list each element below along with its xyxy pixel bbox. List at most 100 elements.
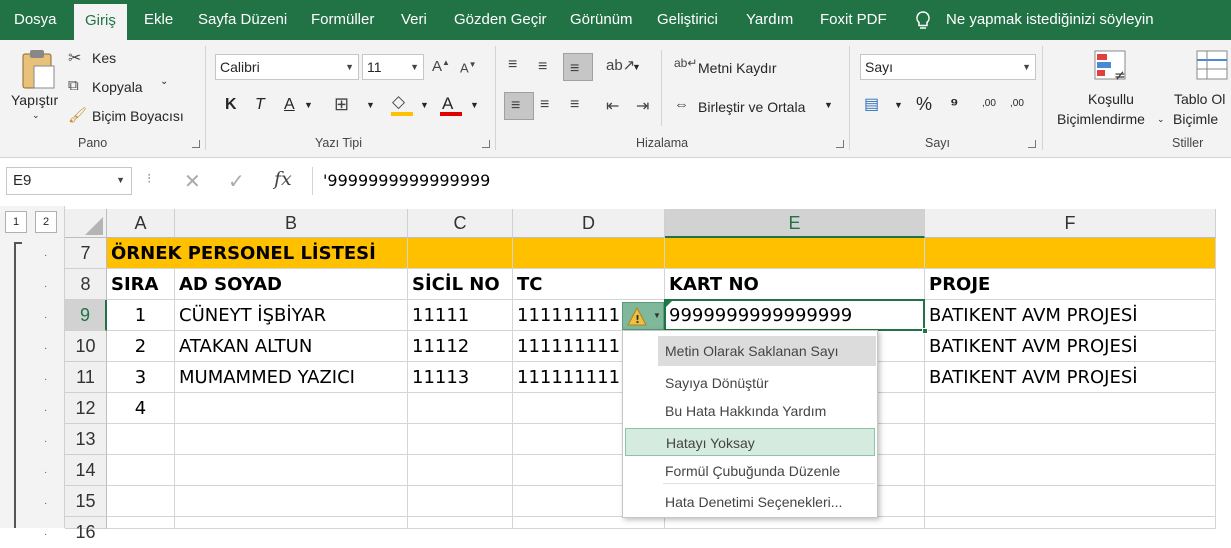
orientation-icon[interactable]: ab↗ — [606, 56, 635, 74]
menu-item-ignore-error[interactable]: Hatayı Yoksay — [625, 428, 875, 456]
row-header-14[interactable]: 14 — [65, 455, 107, 486]
decrease-decimal-button[interactable]: ,00 — [1010, 98, 1024, 109]
conditional-dropdown-icon[interactable]: ⌄ — [1157, 114, 1165, 125]
paste-button[interactable]: Yapıştır — [11, 92, 58, 108]
column-header-d[interactable]: D — [513, 209, 665, 238]
cut-button[interactable]: Kes — [92, 50, 116, 66]
font-name-select[interactable]: Calibri ▼ — [215, 54, 359, 80]
cell-c15[interactable] — [408, 486, 513, 517]
fill-color-icon[interactable]: ◇ — [392, 92, 405, 112]
row-header-9[interactable]: 9 — [65, 300, 107, 331]
align-left-button[interactable]: ≡ — [504, 92, 534, 120]
cell-b15[interactable] — [175, 486, 408, 517]
decrease-indent-icon[interactable]: ⇤ — [606, 96, 619, 116]
clipboard-launcher-icon[interactable] — [192, 140, 200, 148]
align-center-icon[interactable]: ≡ — [540, 96, 549, 114]
cell-d8[interactable]: TC — [513, 269, 665, 300]
percent-button[interactable]: % — [916, 94, 932, 115]
font-color-dropdown-icon[interactable]: ▼ — [470, 100, 479, 110]
underline-button[interactable]: A — [284, 96, 295, 114]
cell-a16[interactable] — [107, 517, 175, 529]
conditional-formatting-icon[interactable]: ≠ — [1094, 50, 1130, 84]
cell-d16[interactable] — [513, 517, 665, 529]
borders-dropdown-icon[interactable]: ▼ — [366, 100, 375, 110]
format-as-table-icon[interactable] — [1196, 50, 1231, 84]
cell-b10[interactable]: ATAKAN ALTUN — [175, 331, 408, 362]
italic-button[interactable]: T — [255, 96, 265, 114]
copy-button[interactable]: Kopyala — [92, 79, 143, 95]
decrease-font-size-icon[interactable]: A▼ — [460, 60, 477, 75]
top-align-icon[interactable]: ≡ — [508, 56, 517, 74]
cell-a11[interactable]: 3 — [107, 362, 175, 393]
tab-sayfa-duzeni[interactable]: Sayfa Düzeni — [198, 0, 287, 40]
outline-level-2-button[interactable]: 2 — [35, 211, 57, 233]
name-box[interactable]: E9 ▼ — [6, 167, 132, 195]
menu-item-help-on-error[interactable]: Bu Hata Hakkında Yardım — [623, 397, 877, 425]
cell-c12[interactable] — [408, 393, 513, 424]
number-format-select[interactable]: Sayı ▼ — [860, 54, 1036, 80]
insert-function-icon[interactable]: fx — [274, 168, 292, 190]
conditional-formatting-label1[interactable]: Koşullu — [1088, 91, 1134, 107]
row-header-13[interactable]: 13 — [65, 424, 107, 455]
cell-b9[interactable]: CÜNEYT İŞBİYAR — [175, 300, 408, 331]
number-launcher-icon[interactable] — [1028, 140, 1036, 148]
enter-check-icon[interactable]: ✓ — [228, 169, 245, 194]
cell-f12[interactable] — [925, 393, 1216, 424]
row-header-11[interactable]: 11 — [65, 362, 107, 393]
bottom-align-button[interactable]: ≡ — [563, 53, 593, 81]
column-header-e[interactable]: E — [665, 209, 925, 238]
merge-dropdown-icon[interactable]: ▼ — [824, 100, 833, 110]
tab-giris[interactable]: Giriş — [74, 4, 127, 40]
cell-f16[interactable] — [925, 517, 1216, 529]
format-as-table-label2[interactable]: Biçimle — [1173, 111, 1218, 127]
font-color-button[interactable]: A — [442, 94, 453, 114]
menu-item-edit-in-formula-bar[interactable]: Formül Çubuğunda Düzenle — [623, 457, 877, 485]
scissors-icon[interactable]: ✂ — [68, 48, 81, 68]
align-right-icon[interactable]: ≡ — [570, 96, 579, 114]
row-header-8[interactable]: 8 — [65, 269, 107, 300]
select-all-corner[interactable] — [65, 209, 107, 238]
cell-f10[interactable]: BATIKENT AVM PROJESİ — [925, 331, 1216, 362]
borders-icon[interactable]: ⊞ — [334, 94, 349, 115]
cell-f8[interactable]: PROJE — [925, 269, 1216, 300]
tab-ekle[interactable]: Ekle — [144, 0, 173, 40]
wrap-text-button[interactable]: Metni Kaydır — [698, 60, 777, 76]
cell-c10[interactable]: 11112 — [408, 331, 513, 362]
row-header-16[interactable]: 16 — [65, 517, 107, 542]
column-header-a[interactable]: A — [107, 209, 175, 238]
font-size-select[interactable]: 11 ▼ — [362, 54, 424, 80]
row-header-7[interactable]: 7 — [65, 238, 107, 269]
row-header-12[interactable]: 12 — [65, 393, 107, 424]
font-launcher-icon[interactable] — [482, 140, 490, 148]
fill-color-dropdown-icon[interactable]: ▼ — [420, 100, 429, 110]
clipboard-paste-icon[interactable] — [20, 48, 56, 90]
copy-dropdown-icon[interactable]: ⌄ — [160, 76, 168, 87]
tab-formuller[interactable]: Formüller — [311, 0, 374, 40]
cell-c9[interactable]: 11111 — [408, 300, 513, 331]
middle-align-icon[interactable]: ≡ — [538, 58, 547, 76]
copy-icon[interactable]: ⧉ — [68, 77, 79, 94]
cell-a9[interactable]: 1 — [107, 300, 175, 331]
tab-yardim[interactable]: Yardım — [746, 0, 793, 40]
cell-c14[interactable] — [408, 455, 513, 486]
cell-c7[interactable] — [408, 238, 513, 269]
cell-d7[interactable] — [513, 238, 665, 269]
cell-b11[interactable]: MUMAMMED YAZICI — [175, 362, 408, 393]
increase-indent-icon[interactable]: ⇥ — [636, 96, 649, 116]
merge-center-icon[interactable]: ⇔ — [674, 96, 689, 113]
menu-item-error-checking-options[interactable]: Hata Denetimi Seçenekleri... — [623, 488, 877, 516]
alignment-launcher-icon[interactable] — [836, 140, 844, 148]
underline-dropdown-icon[interactable]: ▼ — [304, 100, 313, 110]
cancel-icon[interactable]: ✕ — [184, 169, 201, 194]
chevron-down-icon[interactable]: ▼ — [116, 175, 125, 185]
error-smart-tag[interactable]: ! ▼ — [622, 302, 664, 330]
cell-e9[interactable]: 9999999999999999 — [665, 300, 925, 331]
comma-style-button[interactable]: ⁹ — [950, 94, 959, 115]
format-painter-button[interactable]: Biçim Boyacısı — [92, 108, 184, 124]
bold-button[interactable]: K — [225, 96, 237, 114]
tab-dosya[interactable]: Dosya — [14, 0, 57, 40]
cell-f13[interactable] — [925, 424, 1216, 455]
cell-b14[interactable] — [175, 455, 408, 486]
cell-a8[interactable]: SIRA — [107, 269, 175, 300]
cell-a13[interactable] — [107, 424, 175, 455]
